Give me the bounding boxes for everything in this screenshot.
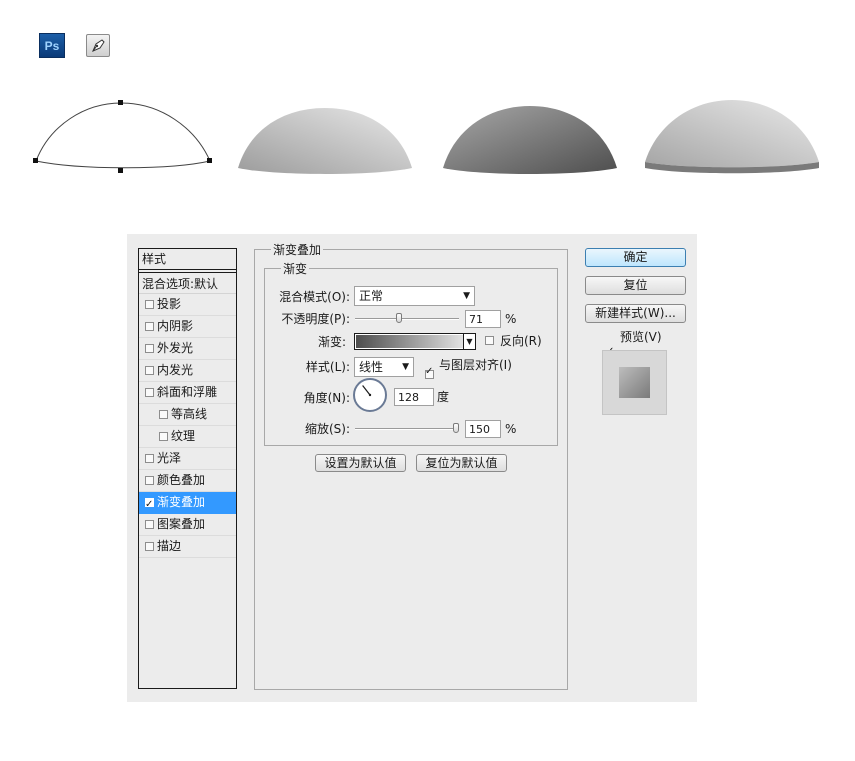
style-item[interactable]: 内发光 — [139, 360, 236, 382]
style-item-label: 渐变叠加 — [157, 495, 206, 509]
style-item-label: 等高线 — [171, 407, 208, 421]
style-item-label: 颜色叠加 — [157, 473, 206, 487]
style-item-checkbox[interactable] — [145, 542, 154, 551]
reverse-checkbox[interactable] — [485, 336, 494, 345]
style-item[interactable]: 颜色叠加 — [139, 470, 236, 492]
opacity-slider-thumb[interactable] — [395, 313, 402, 323]
scale-slider-track[interactable] — [355, 428, 459, 430]
dropdown-arrow-icon: ▼ — [463, 291, 470, 301]
blend-mode-label: 混合模式(O): — [279, 290, 350, 304]
style-item-checkbox[interactable] — [159, 432, 168, 441]
blend-mode-value: 正常 — [359, 289, 384, 303]
style-item-checkbox[interactable] — [145, 300, 154, 309]
style-item-checkbox[interactable] — [159, 410, 168, 419]
angle-dial[interactable] — [353, 378, 387, 412]
opacity-input[interactable]: 71 — [465, 310, 501, 328]
gradient-dropdown-icon[interactable]: ▼ — [463, 334, 475, 349]
style-item-label: 光泽 — [157, 451, 182, 465]
style-item[interactable]: 投影 — [139, 294, 236, 316]
style-item-label: 内发光 — [157, 363, 194, 377]
opacity-unit: % — [505, 312, 517, 326]
style-item-checkbox[interactable] — [145, 520, 154, 529]
style-item-label: 外发光 — [157, 341, 194, 355]
scale-input[interactable]: 150 — [465, 420, 501, 438]
angle-label: 角度(N): — [303, 391, 350, 405]
scale-unit: % — [505, 422, 517, 436]
opacity-slider-track[interactable] — [355, 318, 459, 320]
style-item[interactable]: 描边 — [139, 536, 236, 558]
style-item-label: 斜面和浮雕 — [157, 385, 218, 399]
photoshop-icon: Ps — [39, 33, 65, 58]
pen-tool-icon[interactable] — [86, 34, 110, 57]
style-preview-swatch — [619, 367, 650, 398]
style-item-checkbox[interactable] — [145, 322, 154, 331]
style-item[interactable]: 外发光 — [139, 338, 236, 360]
style-item-label: 投影 — [157, 297, 182, 311]
set-default-button[interactable]: 设置为默认值 — [315, 454, 406, 472]
dome-light-gradient — [238, 108, 412, 174]
angle-input[interactable]: 128 — [394, 388, 434, 406]
blend-mode-select[interactable]: 正常 ▼ — [354, 286, 475, 306]
style-select[interactable]: 线性 ▼ — [354, 357, 414, 377]
blend-options-item[interactable]: 混合选项:默认 — [139, 272, 236, 294]
anchor-point-left — [33, 158, 38, 163]
align-with-layer-checkbox[interactable] — [425, 366, 434, 379]
reset-default-button[interactable]: 复位为默认值 — [416, 454, 507, 472]
dropdown-arrow-icon: ▼ — [402, 362, 409, 372]
style-preview — [602, 350, 667, 415]
gradient-preview[interactable] — [356, 335, 463, 348]
style-item-checkbox[interactable] — [145, 344, 154, 353]
reset-button[interactable]: 复位 — [585, 276, 686, 295]
gradient-picker[interactable]: ▼ — [354, 333, 476, 350]
align-with-layer-label[interactable]: 与图层对齐(I) — [439, 357, 512, 373]
style-item[interactable]: 内阴影 — [139, 316, 236, 338]
style-item[interactable]: 斜面和浮雕 — [139, 382, 236, 404]
anchor-point-bottom — [118, 168, 123, 173]
style-item[interactable]: 图案叠加 — [139, 514, 236, 536]
style-item[interactable]: 等高线 — [139, 404, 236, 426]
style-item-label: 纹理 — [171, 429, 196, 443]
style-item-checkbox[interactable] — [145, 454, 154, 463]
reverse-label[interactable]: 反向(R) — [500, 333, 542, 349]
scale-label: 缩放(S): — [304, 422, 350, 436]
style-item-label: 描边 — [157, 539, 182, 553]
style-item[interactable]: 纹理 — [139, 426, 236, 448]
dome-path-outline — [33, 100, 212, 173]
scale-slider-thumb[interactable] — [453, 423, 459, 433]
style-item-checkbox[interactable] — [145, 388, 154, 397]
style-item-checkbox[interactable] — [145, 476, 154, 485]
style-item-label: 图案叠加 — [157, 517, 206, 531]
style-item[interactable]: 渐变叠加 — [139, 492, 236, 515]
style-item-checkbox[interactable] — [145, 494, 154, 515]
style-item-label: 内阴影 — [157, 319, 194, 333]
dome-with-base — [645, 100, 819, 174]
angle-unit: 度 — [437, 390, 450, 404]
opacity-label: 不透明度(P): — [281, 312, 350, 326]
anchor-point-right — [207, 158, 212, 163]
style-item[interactable]: 光泽 — [139, 448, 236, 470]
styles-header[interactable]: 样式 — [139, 249, 236, 270]
style-value: 线性 — [359, 360, 384, 374]
anchor-point-top — [118, 100, 123, 105]
new-style-button[interactable]: 新建样式(W)... — [585, 304, 686, 323]
style-item-checkbox[interactable] — [145, 366, 154, 375]
group-title: 渐变 — [281, 262, 310, 276]
ok-button[interactable]: 确定 — [585, 248, 686, 267]
style-label: 样式(L): — [305, 360, 350, 374]
gradient-label: 渐变: — [317, 335, 346, 349]
dome-dark-gradient — [443, 106, 617, 174]
preview-label[interactable]: 预览(V) — [620, 329, 662, 345]
panel-title: 渐变叠加 — [271, 243, 324, 257]
